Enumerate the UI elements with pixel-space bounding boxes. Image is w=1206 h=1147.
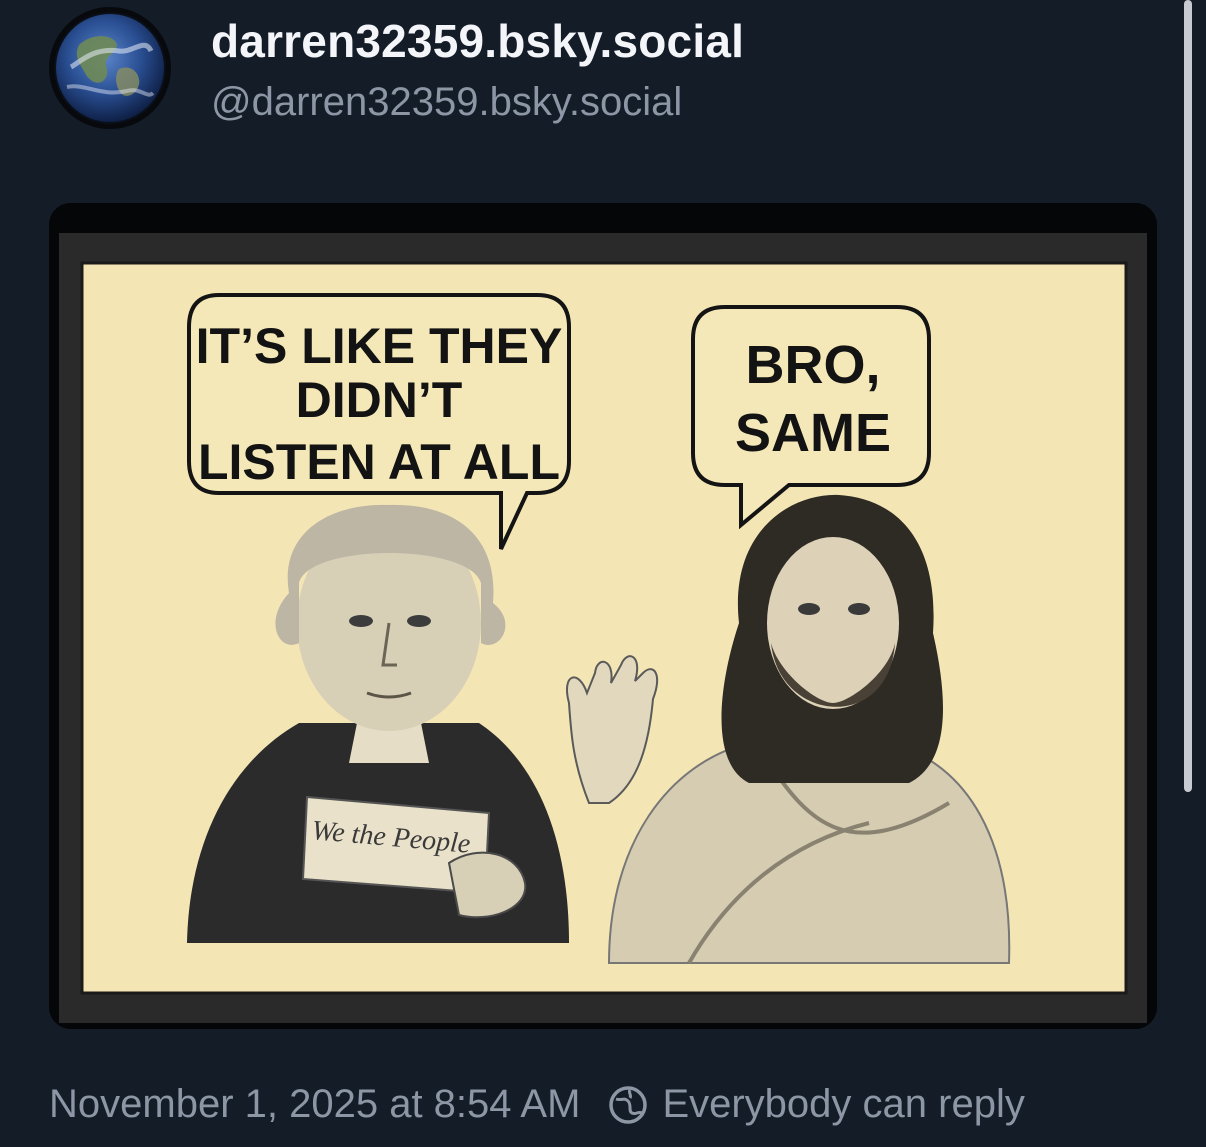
post-meta: November 1, 2025 at 8:54 AM Everybody ca…	[49, 1082, 1025, 1127]
post-timestamp[interactable]: November 1, 2025 at 8:54 AM	[49, 1082, 580, 1127]
post-thread-view: darren32359.bsky.social @darren32359.bsk…	[0, 0, 1206, 1147]
reply-setting-label[interactable]: Everybody can reply	[662, 1082, 1024, 1127]
scrollbar[interactable]	[1184, 0, 1192, 792]
earth-globe-icon	[54, 12, 166, 124]
left-bubble-line-1: IT’S LIKE THEY	[196, 318, 563, 374]
globe-reply-icon	[606, 1083, 650, 1127]
right-bubble-line-1: BRO,	[746, 335, 881, 395]
left-bubble-line-2: DIDN’T	[296, 372, 463, 428]
avatar[interactable]	[49, 7, 171, 129]
author-handle[interactable]: @darren32359.bsky.social	[211, 80, 682, 125]
left-bubble-line-3: LISTEN AT ALL	[198, 434, 560, 490]
right-bubble-line-2: SAME	[735, 403, 891, 463]
author-display-name[interactable]: darren32359.bsky.social	[211, 14, 744, 68]
meme-image: IT’S LIKE THEY DIDN’T LISTEN AT ALL BRO,…	[49, 203, 1157, 1029]
post-image[interactable]: IT’S LIKE THEY DIDN’T LISTEN AT ALL BRO,…	[49, 203, 1157, 1029]
